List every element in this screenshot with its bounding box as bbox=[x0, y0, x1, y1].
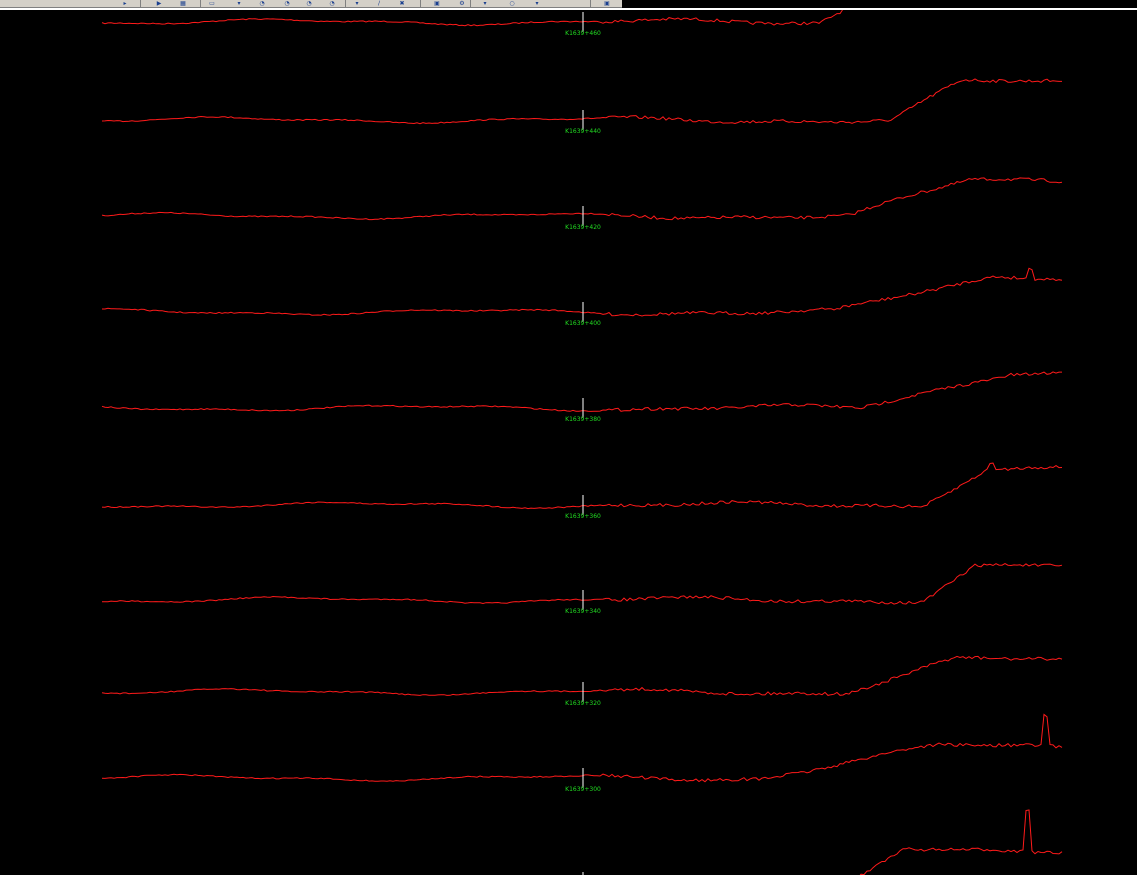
station-label: K1639+360 bbox=[565, 513, 601, 520]
profile-trace bbox=[859, 809, 1063, 875]
station-label: K1639+440 bbox=[565, 128, 601, 135]
profile-trace bbox=[101, 371, 1062, 412]
tool-zoom-in-icon[interactable]: ◔ bbox=[255, 0, 269, 7]
tool-monitor-icon[interactable]: ▭ bbox=[205, 0, 219, 7]
profile-trace bbox=[101, 177, 1063, 221]
tool-scissors-icon[interactable]: ✖ bbox=[395, 0, 409, 7]
profile-trace bbox=[101, 655, 1063, 696]
profile-trace bbox=[102, 563, 1063, 605]
tool-pin-icon[interactable]: ▾ bbox=[350, 0, 364, 7]
tool-settings-icon[interactable]: ⚙ bbox=[455, 0, 469, 7]
station-label: K1639+460 bbox=[565, 30, 601, 37]
profile-plot[interactable]: K1639+460 K1639+440 K1639+420 K1639+400 K163… bbox=[0, 0, 1137, 875]
station-label: K1639+420 bbox=[565, 224, 601, 231]
tool-window-icon[interactable]: ▣ bbox=[600, 0, 614, 7]
profile-trace bbox=[101, 78, 1062, 125]
tool-grid-icon[interactable]: ▦ bbox=[176, 0, 190, 7]
toolbar-separator bbox=[140, 0, 141, 7]
tool-zoom-icon[interactable]: ◔ bbox=[280, 0, 294, 7]
station-label: K1639+380 bbox=[565, 416, 601, 423]
station-label: K1639+400 bbox=[565, 320, 601, 327]
toolbar: ▸ ▶ ▦ ▭ ▾ ◔ ◔ ◔ ◔ ▾ ∕ ✖ ▣ ⚙ ▾ ○ ▾ ▣ bbox=[0, 0, 622, 8]
tool-zoom-out-icon[interactable]: ◔ bbox=[302, 0, 316, 7]
tool-pen-icon[interactable]: ∕ bbox=[372, 0, 386, 7]
station-label: K1639+300 bbox=[565, 786, 601, 793]
toolbar-separator bbox=[200, 0, 201, 7]
tool-play-icon[interactable]: ▶ bbox=[152, 0, 166, 7]
toolbar-separator bbox=[420, 0, 421, 7]
profile-trace bbox=[101, 8, 844, 27]
station-label: K1639+340 bbox=[565, 608, 601, 615]
tool-down-icon[interactable]: ▾ bbox=[232, 0, 246, 7]
toolbar-separator bbox=[345, 0, 346, 7]
tool-key-icon[interactable]: ○ bbox=[505, 0, 519, 7]
profile-trace bbox=[102, 267, 1063, 317]
tool-arrow-icon[interactable]: ▸ bbox=[118, 0, 132, 7]
profile-trace bbox=[101, 713, 1063, 783]
tool-image-icon[interactable]: ▣ bbox=[430, 0, 444, 7]
track-profile-viewer: K1639+460 K1639+440 K1639+420 K1639+400 K163… bbox=[0, 0, 1137, 875]
station-label: K1639+320 bbox=[565, 700, 601, 707]
toolbar-separator bbox=[470, 0, 471, 7]
tool-marker-icon[interactable]: ▾ bbox=[478, 0, 492, 7]
toolbar-separator bbox=[590, 0, 591, 7]
tool-dropdown-icon[interactable]: ▾ bbox=[530, 0, 544, 7]
toolbar-border bbox=[0, 8, 1137, 10]
profile-trace bbox=[101, 462, 1063, 510]
tool-zoom-fit-icon[interactable]: ◔ bbox=[325, 0, 339, 7]
